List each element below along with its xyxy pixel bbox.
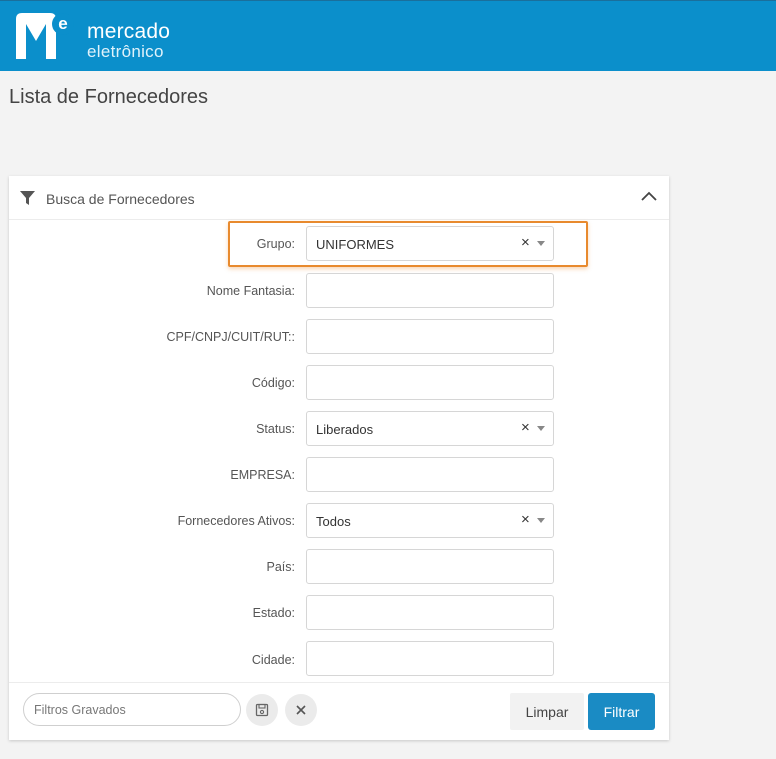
grupo-clear-icon[interactable]: × bbox=[521, 234, 530, 251]
nome-fantasia-input[interactable] bbox=[306, 273, 554, 308]
status-clear-icon[interactable]: × bbox=[521, 419, 530, 436]
chevron-down-icon[interactable] bbox=[537, 518, 545, 523]
brand-name: mercado eletrônico bbox=[87, 21, 170, 60]
pais-label: País: bbox=[266, 560, 296, 574]
supplier-search-panel: Busca de Fornecedores Grupo: UNIFORMES ×… bbox=[9, 176, 669, 740]
status-select-value: Liberados bbox=[316, 422, 374, 437]
save-filter-button[interactable] bbox=[246, 694, 278, 726]
filter-icon bbox=[20, 191, 35, 205]
grupo-label: Grupo: bbox=[256, 237, 295, 251]
estado-label: Estado: bbox=[252, 606, 295, 620]
status-label: Status: bbox=[256, 422, 295, 436]
panel-header[interactable]: Busca de Fornecedores bbox=[9, 176, 669, 220]
empresa-input[interactable] bbox=[306, 457, 554, 492]
nome-fantasia-label: Nome Fantasia: bbox=[206, 284, 295, 298]
brand-name-line2: eletrônico bbox=[87, 42, 164, 61]
cidade-label: Cidade: bbox=[251, 653, 295, 667]
panel-footer: Limpar Filtrar bbox=[9, 682, 669, 740]
close-icon bbox=[296, 705, 306, 715]
empresa-label: EMPRESA: bbox=[230, 468, 295, 482]
codigo-input[interactable] bbox=[306, 365, 554, 400]
fornecedores-ativos-label: Fornecedores Ativos: bbox=[177, 514, 295, 528]
floppy-disk-icon bbox=[255, 703, 269, 717]
codigo-label: Código: bbox=[251, 376, 295, 390]
grupo-select-value: UNIFORMES bbox=[316, 237, 394, 252]
page-title: Lista de Fornecedores bbox=[9, 86, 209, 108]
chevron-down-icon[interactable] bbox=[537, 426, 545, 431]
brand-name-line1: mercado bbox=[87, 20, 171, 43]
saved-filters-input[interactable] bbox=[23, 693, 241, 726]
clear-saved-filter-button[interactable] bbox=[285, 694, 317, 726]
panel-title: Busca de Fornecedores bbox=[46, 191, 195, 207]
logo-letter: e bbox=[58, 14, 67, 33]
pais-input[interactable] bbox=[306, 549, 554, 584]
filter-button[interactable]: Filtrar bbox=[588, 693, 655, 730]
fornecedores-ativos-select[interactable]: Todos × bbox=[306, 503, 554, 538]
cpf-cnpj-label: CPF/CNPJ/CUIT/RUT:: bbox=[166, 330, 295, 344]
clear-button[interactable]: Limpar bbox=[510, 693, 584, 730]
chevron-down-icon[interactable] bbox=[537, 241, 545, 246]
cpf-cnpj-input[interactable] bbox=[306, 319, 554, 354]
fornecedores-ativos-value: Todos bbox=[316, 514, 351, 529]
top-navigation-bar: e mercado eletrônico bbox=[0, 0, 776, 71]
cidade-input[interactable] bbox=[306, 641, 554, 676]
chevron-up-icon[interactable] bbox=[640, 189, 658, 203]
fornecedores-ativos-clear-icon[interactable]: × bbox=[521, 511, 530, 528]
mercado-eletronico-logo-icon[interactable]: e bbox=[16, 13, 74, 59]
status-select[interactable]: Liberados × bbox=[306, 411, 554, 446]
grupo-select[interactable]: UNIFORMES × bbox=[306, 226, 554, 261]
estado-input[interactable] bbox=[306, 595, 554, 630]
